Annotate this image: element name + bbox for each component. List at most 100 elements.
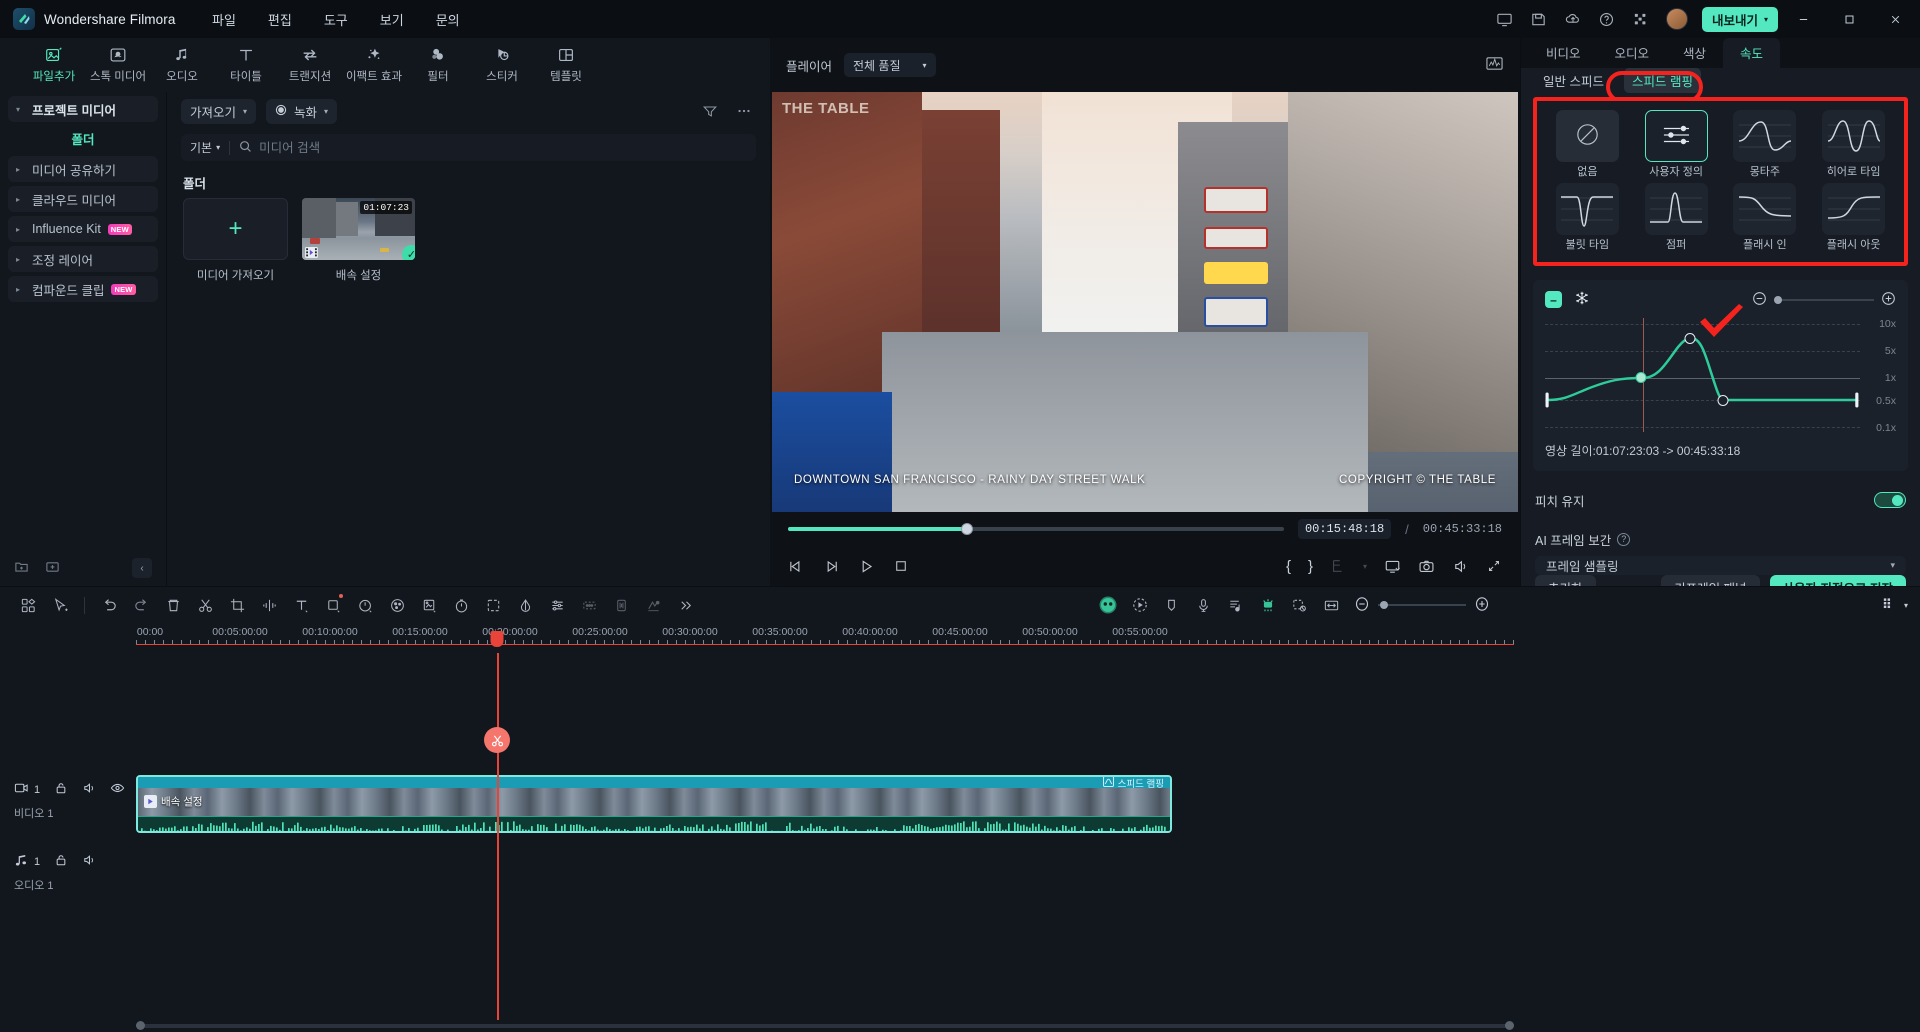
subtab-speed-ramping[interactable]: 스피드 램핑	[1623, 68, 1701, 93]
silence-detect-icon[interactable]	[1284, 589, 1316, 621]
next-frame-icon[interactable]	[823, 558, 840, 575]
media-item-import[interactable]: + 미디어 가져오기	[183, 198, 288, 283]
preset-thumb[interactable]	[1822, 110, 1886, 162]
subtab-normal-speed[interactable]: 일반 스피드	[1535, 68, 1612, 93]
sidebar-item-adjustment-layer[interactable]: ▸ 조정 레이어	[8, 246, 158, 272]
waveform-scope-icon[interactable]	[1485, 55, 1504, 75]
audio-list-icon[interactable]	[1220, 589, 1252, 621]
apps-grid-icon[interactable]	[1626, 4, 1656, 34]
more-dots-icon[interactable]	[732, 99, 756, 123]
nav-audio[interactable]: 오디오	[150, 38, 214, 84]
preset-thumb[interactable]	[1555, 110, 1619, 162]
timeline-ruler[interactable]: 00:00 00:05:00:00 00:10:00:00 00:15:00:0…	[0, 623, 1920, 653]
new-project-icon[interactable]	[45, 559, 60, 577]
play-icon[interactable]	[858, 558, 875, 575]
timeline-hscrollbar[interactable]	[0, 1020, 1920, 1032]
motion-tracking-icon[interactable]	[1124, 589, 1156, 621]
tab-speed[interactable]: 속도	[1723, 38, 1781, 68]
zoom-out-icon[interactable]	[1354, 596, 1370, 615]
nav-stickers[interactable]: 스티커	[470, 38, 534, 84]
timeline-tracks[interactable]: 1 비디오 1 스피드 램핑 배속 설정 1 오디오 1	[0, 653, 1920, 1020]
preset-thumb[interactable]	[1555, 183, 1619, 236]
nav-filters[interactable]: 필터	[406, 38, 470, 84]
audio-mix-icon[interactable]	[541, 589, 573, 621]
auto-highlight-icon[interactable]	[1252, 589, 1284, 621]
preset-bullet-time[interactable]: 불릿 타임	[1543, 183, 1632, 252]
lock-icon[interactable]	[54, 781, 68, 798]
select-cursor-icon[interactable]	[44, 589, 76, 621]
sidebar-item-cloud-media[interactable]: ▸ 클라우드 미디어	[8, 186, 158, 212]
timeline-zoom-slider[interactable]	[1377, 601, 1466, 609]
menu-file[interactable]: 파일	[196, 4, 252, 35]
media-thumbnail[interactable]: 01:07:23 ✓	[302, 198, 415, 260]
export-button[interactable]: 내보내기 ▾	[1701, 6, 1778, 32]
snowflake-icon[interactable]	[1574, 290, 1590, 309]
timeline-clip-video[interactable]: 스피드 램핑 배속 설정	[136, 775, 1172, 833]
media-item-clip[interactable]: 01:07:23 ✓ 배속 설정	[302, 198, 415, 283]
speed-curve-graph[interactable]: 10x 5x 1x 0.5x 0.1x	[1545, 303, 1896, 434]
keyframe-point-drop[interactable]	[1717, 394, 1729, 406]
zoom-in-icon[interactable]	[1474, 596, 1490, 615]
keyframe-point-peak[interactable]	[1684, 332, 1696, 344]
progress-knob[interactable]	[960, 523, 973, 535]
preset-thumb[interactable]	[1733, 183, 1797, 236]
mute-icon[interactable]	[82, 853, 96, 870]
search-input[interactable]	[259, 140, 747, 155]
cut-scissors-icon[interactable]	[189, 589, 221, 621]
screen-record-icon[interactable]	[1384, 558, 1401, 575]
zoom-out-icon[interactable]	[1752, 291, 1767, 309]
view-mode-dropdown[interactable]: 기본 ▾	[190, 139, 220, 156]
marker-icon[interactable]	[1156, 589, 1188, 621]
timeline-playhead[interactable]	[497, 653, 499, 1020]
prev-frame-icon[interactable]	[788, 558, 805, 575]
text-tool-icon[interactable]	[285, 589, 317, 621]
sidebar-item-compound-clip[interactable]: ▸ 컴파운드 클립 NEW	[8, 276, 158, 302]
close-icon[interactable]	[1874, 0, 1916, 38]
player-progress-slider[interactable]	[788, 523, 1284, 535]
preset-thumb[interactable]	[1644, 110, 1708, 162]
voiceover-mic-icon[interactable]	[1188, 589, 1220, 621]
fullscreen-icon[interactable]	[1486, 558, 1502, 574]
redo-icon[interactable]	[125, 589, 157, 621]
import-dropdown[interactable]: 가져오기 ▾	[181, 98, 257, 124]
autoreframe-icon[interactable]	[477, 589, 509, 621]
question-circle-icon[interactable]: ?	[1617, 532, 1631, 546]
preset-flash-out[interactable]: 플래시 아웃	[1809, 183, 1898, 252]
nav-titles[interactable]: 타이틀	[214, 38, 278, 84]
cloud-upload-icon[interactable]	[1558, 4, 1588, 34]
save-icon[interactable]	[1524, 4, 1554, 34]
mask-tool-icon[interactable]	[317, 589, 349, 621]
curve-zoom-slider[interactable]	[1774, 295, 1874, 304]
tab-audio[interactable]: 오디오	[1598, 38, 1667, 68]
chevron-down-icon[interactable]: ▾	[1904, 601, 1908, 610]
help-icon[interactable]	[1592, 4, 1622, 34]
menu-view[interactable]: 보기	[364, 4, 420, 35]
chroma-key-icon[interactable]	[509, 589, 541, 621]
menu-edit[interactable]: 편집	[252, 4, 308, 35]
nav-templates[interactable]: 템플릿	[534, 38, 598, 84]
keyframe-point-1x[interactable]	[1635, 371, 1647, 383]
ai-smart-icon[interactable]	[1092, 589, 1124, 621]
sort-filter-icon[interactable]	[698, 99, 722, 123]
ai-frame-select[interactable]: 프레임 샘플링 ▾	[1535, 555, 1906, 575]
preset-thumb[interactable]	[1644, 183, 1708, 236]
import-media-box[interactable]: +	[183, 198, 288, 260]
monitor-icon[interactable]	[1490, 4, 1520, 34]
delete-icon[interactable]	[157, 589, 189, 621]
sidebar-item-influence-kit[interactable]: ▸ Influence Kit NEW	[8, 216, 158, 242]
sidebar-item-share-media[interactable]: ▸ 미디어 공유하기	[8, 156, 158, 182]
snapshot-icon[interactable]	[1418, 558, 1435, 575]
denoise-icon[interactable]	[605, 589, 637, 621]
preset-thumb[interactable]	[1733, 110, 1797, 162]
chevron-down-icon[interactable]: ▾	[1363, 562, 1367, 571]
volume-icon[interactable]	[1452, 558, 1469, 575]
nav-add-file[interactable]: 파일추가	[22, 38, 86, 84]
crop-icon[interactable]	[221, 589, 253, 621]
preset-jumper[interactable]: 점퍼	[1632, 183, 1721, 252]
avatar[interactable]	[1665, 8, 1688, 30]
scroll-grip-left[interactable]	[136, 1021, 145, 1030]
auto-beat-icon[interactable]	[637, 589, 669, 621]
grid-view-icon[interactable]	[1881, 595, 1898, 615]
zoom-in-icon[interactable]	[1881, 291, 1896, 309]
stop-icon[interactable]	[893, 558, 909, 574]
